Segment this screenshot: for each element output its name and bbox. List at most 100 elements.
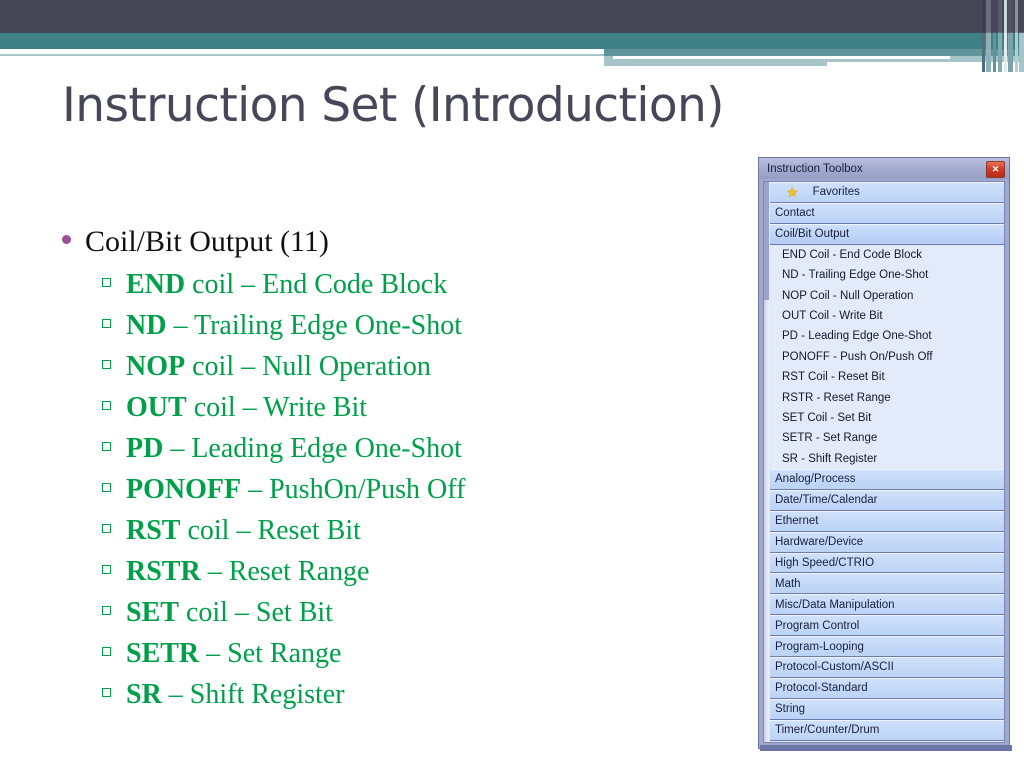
toolbox-instruction-item[interactable]: NOP Coil - Null Operation xyxy=(770,285,1004,306)
toolbox-category-row[interactable]: Hardware/Device xyxy=(770,531,1004,553)
toolbox-row-label: Date/Time/Calendar xyxy=(775,494,878,507)
toolbox-row-label: Hardware/Device xyxy=(775,536,864,549)
toolbox-row-label: PD - Leading Edge One-Shot xyxy=(782,330,932,343)
close-icon[interactable]: ✕ xyxy=(986,161,1005,178)
toolbox-category-row[interactable]: High Speed/CTRIO xyxy=(770,552,1004,574)
toolbox-category-row[interactable]: Contact xyxy=(770,202,1004,224)
toolbox-instruction-item[interactable]: RSTR - Reset Range xyxy=(770,387,1004,408)
toolbox-row-label: Analog/Process xyxy=(775,473,856,486)
square-bullet-icon xyxy=(102,524,111,533)
toolbox-instruction-item[interactable]: SETR - Set Range xyxy=(770,428,1004,449)
toolbox-scrollbar-thumb[interactable] xyxy=(764,182,769,300)
instruction-description: coil – End Code Block xyxy=(185,269,448,300)
instruction-mnemonic: RSTR xyxy=(126,556,201,587)
toolbox-list-filler xyxy=(770,740,1004,742)
toolbox-title-label: Instruction Toolbox xyxy=(767,162,863,175)
toolbox-row-label: Ethernet xyxy=(775,515,819,528)
header-vertical-stripes xyxy=(982,0,1024,72)
toolbox-instruction-item[interactable]: PD - Leading Edge One-Shot xyxy=(770,326,1004,347)
header-stripe-7 xyxy=(1019,0,1024,72)
sub-bullet-text: PD – Leading Edge One-Shot xyxy=(126,428,462,469)
square-bullet-icon xyxy=(102,483,111,492)
toolbox-row-label: Program Control xyxy=(775,619,860,632)
header-stripe-6 xyxy=(1015,0,1018,72)
sub-bullet-text: RST coil – Reset Bit xyxy=(126,510,361,551)
instruction-mnemonic: ND xyxy=(126,310,167,341)
square-bullet-icon xyxy=(102,401,111,410)
instruction-mnemonic: SR xyxy=(126,679,162,710)
toolbox-instruction-item[interactable]: PONOFF - Push On/Push Off xyxy=(770,346,1004,368)
square-bullet-icon xyxy=(102,360,111,369)
toolbox-instruction-item[interactable]: END Coil - End Code Block xyxy=(770,244,1004,266)
toolbox-title-bar[interactable]: Instruction Toolbox ✕ xyxy=(759,158,1009,179)
instruction-mnemonic: SETR xyxy=(126,638,200,669)
toolbox-category-row[interactable]: String xyxy=(770,698,1004,720)
toolbox-instruction-item[interactable]: OUT Coil - Write Bit xyxy=(770,305,1004,327)
header-band-teal xyxy=(0,33,1024,49)
toolbox-row-label: Protocol-Standard xyxy=(775,682,868,695)
instruction-mnemonic: PD xyxy=(126,433,164,464)
sub-bullet-text: OUT coil – Write Bit xyxy=(126,387,367,428)
toolbox-instruction-item[interactable]: SR - Shift Register xyxy=(770,448,1004,469)
toolbox-row-label: ND - Trailing Edge One-Shot xyxy=(782,269,929,282)
instruction-description: coil – Set Bit xyxy=(178,597,333,628)
toolbox-row-label: SR - Shift Register xyxy=(782,452,878,465)
header-stripe-0 xyxy=(982,0,985,72)
toolbox-row-label: Favorites xyxy=(812,186,860,199)
header-band-white-hairline xyxy=(613,56,950,59)
page-title: Instruction Set (Introduction) xyxy=(62,78,725,133)
toolbox-row-label: OUT Coil - Write Bit xyxy=(782,310,883,323)
toolbox-category-row[interactable]: Math xyxy=(770,573,1004,595)
toolbox-category-row[interactable]: Coil/Bit Output xyxy=(770,223,1004,245)
toolbox-row-label: SET Coil - Set Bit xyxy=(782,411,872,424)
header-band-step-three xyxy=(604,66,1024,72)
toolbox-row-label: High Speed/CTRIO xyxy=(775,556,875,569)
instruction-mnemonic: NOP xyxy=(126,351,186,382)
toolbox-category-row[interactable]: Ethernet xyxy=(770,510,1004,532)
sub-bullet-item: PD – Leading Edge One-Shot xyxy=(102,428,742,469)
toolbox-category-row[interactable]: Program Control xyxy=(770,615,1004,637)
header-band-white-left xyxy=(0,49,604,54)
header-stripe-4 xyxy=(1004,0,1007,72)
toolbox-row-label: Coil/Bit Output xyxy=(775,228,850,241)
toolbox-category-favorites[interactable]: ★ Favorites xyxy=(770,182,1004,203)
instruction-mnemonic: OUT xyxy=(126,392,187,423)
instruction-description: coil – Write Bit xyxy=(186,392,368,423)
toolbox-row-label: RSTR - Reset Range xyxy=(782,391,891,404)
toolbox-row-label: Timer/Counter/Drum xyxy=(775,724,880,737)
bullet-dot-icon xyxy=(62,235,71,244)
slide-content: Coil/Bit Output (11) END coil – End Code… xyxy=(62,222,742,715)
sub-bullet-text: SET coil – Set Bit xyxy=(126,592,333,633)
toolbox-category-row[interactable]: Protocol-Standard xyxy=(770,677,1004,699)
header-stripe-5 xyxy=(1008,0,1013,72)
instruction-description: – Set Range xyxy=(199,638,342,669)
bullet-heading: Coil/Bit Output (11) xyxy=(62,222,742,262)
header-stripe-2 xyxy=(993,0,996,72)
toolbox-instruction-item[interactable]: RST Coil - Reset Bit xyxy=(770,367,1004,388)
toolbox-category-row[interactable]: Analog/Process xyxy=(770,468,1004,490)
toolbox-instruction-item[interactable]: ND - Trailing Edge One-Shot xyxy=(770,265,1004,286)
instruction-description: – Shift Register xyxy=(161,679,345,710)
toolbox-category-row[interactable]: Program-Looping xyxy=(770,636,1004,657)
square-bullet-icon xyxy=(102,278,111,287)
instruction-mnemonic: END xyxy=(126,269,186,300)
header-band-dark xyxy=(0,0,1024,33)
header-band-white-left-lower xyxy=(0,56,604,80)
toolbox-category-row[interactable]: Timer/Counter/Drum xyxy=(770,719,1004,741)
instruction-description: – Leading Edge One-Shot xyxy=(163,433,462,464)
toolbox-category-row[interactable]: Misc/Data Manipulation xyxy=(770,594,1004,616)
toolbox-scrollbar[interactable] xyxy=(764,182,769,742)
slide-header-decoration xyxy=(0,0,1024,80)
sub-bullet-item: RSTR – Reset Range xyxy=(102,551,742,592)
instruction-description: – PushOn/Push Off xyxy=(241,474,466,505)
sub-bullet-text: RSTR – Reset Range xyxy=(126,551,369,592)
toolbox-row-label: String xyxy=(775,703,806,716)
toolbox-row-label: RST Coil - Reset Bit xyxy=(782,371,885,384)
instruction-toolbox-window[interactable]: Instruction Toolbox ✕ ★ Favorites Contact C… xyxy=(758,157,1010,749)
instruction-description: coil – Reset Bit xyxy=(180,515,361,546)
toolbox-category-row[interactable]: Date/Time/Calendar xyxy=(770,489,1004,511)
toolbox-category-row[interactable]: Protocol-Custom/ASCII xyxy=(770,656,1004,678)
toolbox-instruction-item[interactable]: SET Coil - Set Bit xyxy=(770,407,1004,429)
sub-bullet-text: NOP coil – Null Operation xyxy=(126,346,431,387)
sub-bullet-item: OUT coil – Write Bit xyxy=(102,387,742,428)
